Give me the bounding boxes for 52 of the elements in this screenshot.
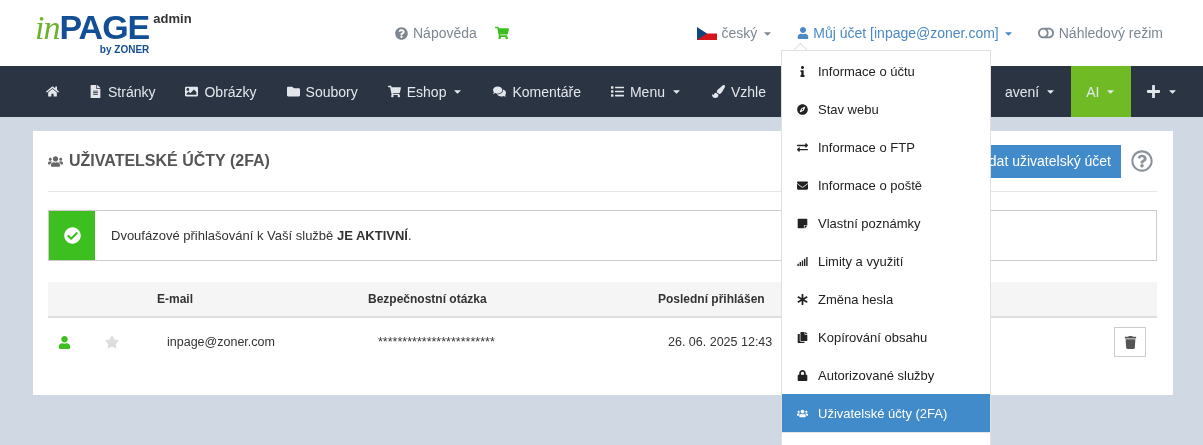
help-link[interactable]: Nápověda <box>395 25 477 41</box>
signal-icon <box>796 255 808 267</box>
copy-icon <box>796 331 808 343</box>
flag-icon <box>696 26 717 40</box>
language-dropdown[interactable]: český <box>696 25 774 41</box>
list-icon <box>610 85 624 98</box>
asterisk-icon <box>796 293 808 305</box>
help-icon <box>395 26 408 40</box>
nav-link[interactable]: Komentáře <box>478 66 596 117</box>
account-menu-entry[interactable]: Uživatelské účty (2FA) <box>782 394 990 432</box>
arrows-icon <box>796 141 808 153</box>
trash-icon <box>1123 335 1137 349</box>
image-icon <box>185 85 199 98</box>
compass-icon <box>796 103 808 115</box>
document-icon <box>89 85 102 98</box>
toggle-icon <box>1037 25 1054 41</box>
nav-link[interactable]: Soubory <box>271 66 373 117</box>
lock-icon <box>796 369 808 381</box>
home-icon <box>46 85 59 98</box>
nav-link[interactable]: Menu <box>595 66 697 117</box>
table-cell: inpage@zoner.com <box>167 335 275 349</box>
nav-link[interactable]: avení <box>990 66 1072 117</box>
comments-icon <box>493 85 507 98</box>
delete-button[interactable] <box>1114 327 1146 357</box>
check-icon <box>49 211 95 260</box>
envelope-icon <box>796 179 808 191</box>
preview-mode-toggle[interactable]: Náhledový režim <box>1037 25 1163 41</box>
brush-icon <box>711 85 725 98</box>
column-header: Bezpečnostní otázka <box>368 292 488 306</box>
logo-byline: by ZONER <box>99 44 150 55</box>
plus-icon <box>1146 84 1162 99</box>
nav-link[interactable]: Obrázky <box>170 66 272 117</box>
alert-text: Dvoufázové přihlašování k Vaší službě JE AKTIVNÍ. <box>111 228 412 243</box>
column-header: Poslední přihlášen <box>658 292 766 306</box>
user-icon <box>797 27 810 39</box>
nav-link[interactable]: Eshop <box>372 66 479 117</box>
column-header: E-mail <box>157 292 194 306</box>
help-icon[interactable] <box>1131 150 1153 172</box>
account-dropdown[interactable]: Můj účet [inpage@zoner.com] <box>797 25 1014 41</box>
cart-icon <box>387 85 401 98</box>
table-cell: 26. 06. 2025 12:43 <box>668 335 773 349</box>
users-icon <box>796 407 808 419</box>
star-icon[interactable] <box>105 335 119 349</box>
note-icon <box>796 217 808 229</box>
page-title: UŽIVATELSKÉ ÚČTY (2FA) <box>69 152 270 170</box>
logo[interactable]: inPAGE <box>35 11 150 44</box>
nav-link[interactable]: Stránky <box>74 66 171 117</box>
folder-icon <box>286 85 300 98</box>
users-icon <box>48 153 63 169</box>
nav-link[interactable]: Vzhle <box>696 66 781 117</box>
table-cell: ************************ <box>378 335 495 349</box>
admin-label: admin <box>153 11 192 26</box>
